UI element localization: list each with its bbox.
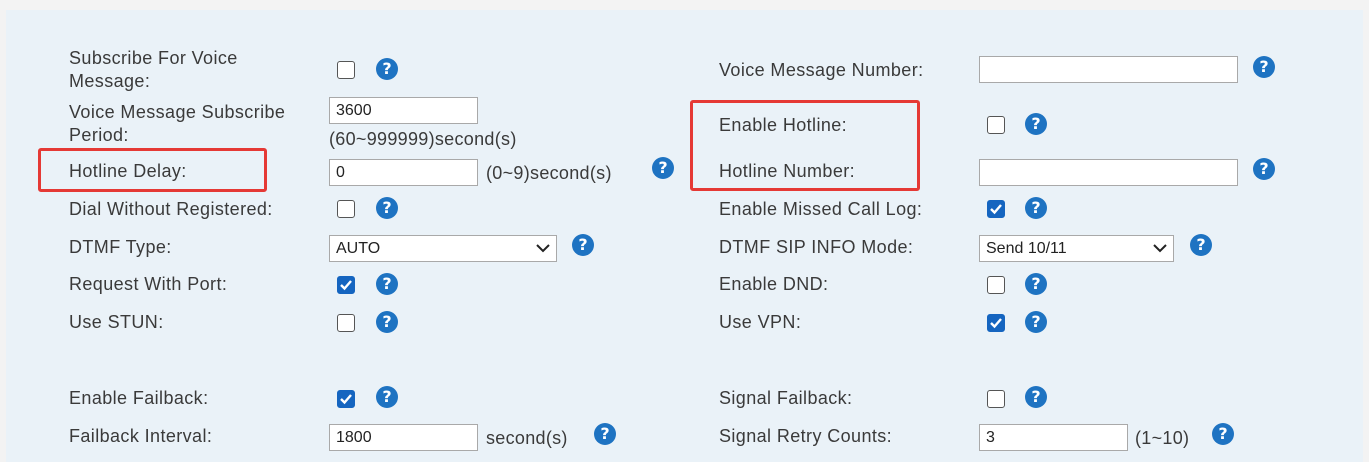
help-icon[interactable]: ? [594,423,616,445]
voice-message-subscribe-period-hint: (60~999999)second(s) [329,129,517,149]
hotline-delay-label: Hotline Delay: [69,161,187,181]
enable-failback-label: Enable Failback: [69,388,209,408]
failback-interval-label: Failback Interval: [69,426,213,446]
dtmf-type-select[interactable]: AUTO [329,235,557,262]
hotline-delay-hint: (0~9)second(s) [486,163,612,183]
request-with-port-label: Request With Port: [69,274,228,294]
help-icon[interactable]: ? [1025,273,1047,295]
checkmark-icon [340,280,352,291]
signal-failback-label: Signal Failback: [719,388,853,408]
signal-retry-counts-label: Signal Retry Counts: [719,426,893,446]
enable-missed-call-log-label: Enable Missed Call Log: [719,199,923,219]
dtmf-type-selected: AUTO [336,240,381,257]
hotline-number-input[interactable] [979,159,1238,186]
subscribe-voice-message-checkbox[interactable] [337,61,355,79]
checkmark-icon [990,204,1002,215]
dial-without-registered-label: Dial Without Registered: [69,199,273,219]
signal-retry-counts-input[interactable] [979,424,1128,451]
dtmf-type-label: DTMF Type: [69,237,172,257]
help-icon[interactable]: ? [1253,56,1275,78]
enable-hotline-label: Enable Hotline: [719,115,848,135]
help-icon[interactable]: ? [1253,158,1275,180]
help-icon[interactable]: ? [376,311,398,333]
enable-dnd-label: Enable DND: [719,274,829,294]
dial-without-registered-checkbox[interactable] [337,200,355,218]
help-icon[interactable]: ? [1025,386,1047,408]
help-icon[interactable]: ? [1190,234,1212,256]
use-vpn-label: Use VPN: [719,312,802,332]
hotline-delay-input[interactable] [329,159,478,186]
enable-dnd-checkbox[interactable] [987,276,1005,294]
help-icon[interactable]: ? [572,234,594,256]
enable-hotline-checkbox[interactable] [987,116,1005,134]
request-with-port-checkbox[interactable] [337,276,355,294]
help-icon[interactable]: ? [376,273,398,295]
use-stun-checkbox[interactable] [337,314,355,332]
checkmark-icon [340,394,352,405]
hotline-number-label: Hotline Number: [719,161,856,181]
failback-interval-input[interactable] [329,424,478,451]
use-stun-label: Use STUN: [69,312,164,332]
use-vpn-checkbox[interactable] [987,314,1005,332]
dtmf-sip-info-mode-selected: Send 10/11 [986,240,1067,257]
dtmf-sip-info-mode-select[interactable]: Send 10/11 [979,235,1174,262]
enable-failback-checkbox[interactable] [337,390,355,408]
help-icon[interactable]: ? [1212,423,1234,445]
signal-retry-counts-hint: (1~10) [1135,428,1190,448]
chevron-down-icon [1153,244,1167,253]
signal-failback-checkbox[interactable] [987,390,1005,408]
dtmf-sip-info-mode-label: DTMF SIP INFO Mode: [719,237,914,257]
help-icon[interactable]: ? [376,58,398,80]
checkmark-icon [990,318,1002,329]
subscribe-voice-message-label: Subscribe For Voice Message: [69,48,238,91]
voice-message-subscribe-period-input[interactable] [329,97,478,124]
help-icon[interactable]: ? [1025,311,1047,333]
voice-message-number-label: Voice Message Number: [719,60,924,80]
help-icon[interactable]: ? [1025,113,1047,135]
help-icon[interactable]: ? [652,157,674,179]
chevron-down-icon [536,244,550,253]
voice-message-subscribe-period-label: Voice Message Subscribe Period: [69,102,286,145]
help-icon[interactable]: ? [376,197,398,219]
enable-missed-call-log-checkbox[interactable] [987,200,1005,218]
failback-interval-hint: second(s) [486,428,568,448]
voice-message-number-input[interactable] [979,56,1238,83]
help-icon[interactable]: ? [1025,197,1047,219]
help-icon[interactable]: ? [376,386,398,408]
